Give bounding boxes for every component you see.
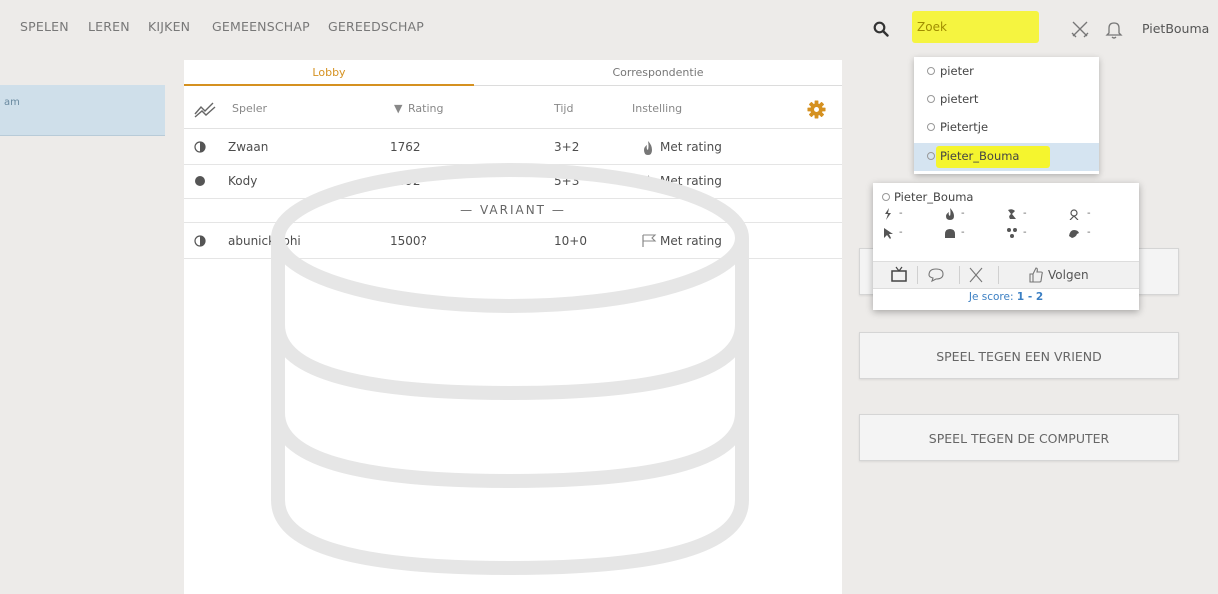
offline-dot-icon — [927, 95, 935, 103]
puzzle-icon — [945, 229, 955, 238]
crossed-swords-icon[interactable] — [1069, 18, 1091, 40]
rating-value: - — [899, 227, 903, 238]
lobby-panel: Lobby Correspondentie Speler ▼ Rating Ti… — [184, 60, 842, 594]
column-header-rating[interactable]: Rating — [408, 102, 443, 115]
suggestion-item[interactable]: pietert — [914, 86, 1099, 114]
suggestion-label: pietert — [940, 92, 979, 106]
bell-icon[interactable] — [1103, 18, 1125, 40]
score-label: Je score: — [968, 291, 1014, 303]
rating-value: - — [1087, 227, 1091, 238]
score-line: Je score: 1 - 2 — [873, 291, 1139, 303]
divider — [917, 266, 918, 284]
search-icon[interactable] — [873, 21, 889, 37]
column-header-time[interactable]: Tijd — [554, 102, 573, 115]
nav-kijken[interactable]: KIJKEN — [148, 19, 190, 34]
row-player: Zwaan — [228, 140, 269, 154]
thumbs-up-icon[interactable] — [1028, 262, 1044, 288]
divider — [998, 266, 999, 284]
row-rating: 1762 — [390, 140, 421, 154]
left-panel-tab[interactable]: am — [0, 85, 165, 136]
powertip-username[interactable]: Pieter_Bouma — [882, 190, 973, 204]
challenge-swords-icon[interactable] — [965, 262, 987, 288]
suggestion-item-selected[interactable]: Pieter_Bouma — [914, 143, 1099, 171]
column-header-mode[interactable]: Instelling — [632, 102, 682, 115]
powertip-actions: Volgen — [873, 261, 1139, 289]
rating-value: - — [1087, 208, 1091, 219]
divider — [959, 266, 960, 284]
half-color-icon — [194, 235, 206, 247]
lobby-table-header: Speler ▼ Rating Tijd Instelling — [184, 88, 842, 129]
play-friend-button[interactable]: SPEEL TEGEN EEN VRIEND — [859, 332, 1179, 379]
bullet-icon — [885, 208, 891, 220]
row-player: Kody — [228, 174, 258, 188]
rating-value: - — [961, 227, 965, 238]
rating-value: - — [1023, 227, 1027, 238]
suggestion-item[interactable]: Pietertje — [914, 114, 1099, 142]
variant-icon — [1007, 228, 1017, 238]
classical-icon — [1069, 209, 1079, 220]
blitz-icon — [946, 208, 954, 220]
offline-dot-icon — [927, 152, 935, 160]
user-powertip: Pieter_Bouma - - - - - - - - Volgen Je s… — [873, 183, 1139, 310]
sort-down-icon: ▼ — [394, 102, 403, 115]
tab-correspondentie[interactable]: Correspondentie — [474, 60, 842, 86]
rating-value: - — [899, 208, 903, 219]
black-color-icon — [195, 176, 205, 186]
column-header-player[interactable]: Speler — [232, 102, 267, 115]
suggestion-label: Pieter_Bouma — [940, 149, 1020, 163]
score-value: 1 - 2 — [1016, 291, 1044, 303]
chat-bubble-icon[interactable] — [925, 262, 947, 288]
nav-leren[interactable]: LEREN — [88, 19, 130, 34]
nav-gemeenschap[interactable]: GEMEENSCHAP — [212, 19, 310, 34]
offline-dot-icon — [927, 67, 935, 75]
suggestion-item[interactable]: pieter — [914, 58, 1099, 86]
flame-icon — [644, 141, 652, 155]
cursor-icon — [884, 228, 893, 239]
database-watermark-icon — [271, 163, 749, 576]
row-time: 3+2 — [554, 140, 580, 154]
tv-icon[interactable] — [890, 262, 908, 288]
offline-dot-icon — [927, 123, 935, 131]
rating-value: - — [961, 208, 965, 219]
suggestion-label: Pietertje — [940, 120, 989, 134]
top-nav: SPELEN LEREN KIJKEN GEMEENSCHAP GEREEDSC… — [0, 0, 1218, 54]
offline-dot-icon — [882, 193, 890, 201]
graph-icon[interactable] — [194, 100, 216, 118]
row-mode: Met rating — [660, 140, 722, 154]
suggestion-label: pieter — [940, 64, 974, 78]
left-panel-tab-label: am — [4, 97, 20, 108]
nav-gereedschap[interactable]: GEREEDSCHAP — [328, 19, 424, 34]
follow-button[interactable]: Volgen — [1048, 268, 1089, 282]
search-input[interactable] — [917, 17, 1035, 37]
gear-icon[interactable] — [807, 100, 826, 119]
half-color-icon — [194, 141, 206, 153]
rapid-icon — [1008, 209, 1016, 219]
username-link[interactable]: PietBouma — [1142, 21, 1209, 36]
nav-spelen[interactable]: SPELEN — [20, 19, 69, 34]
powertip-username-label: Pieter_Bouma — [894, 190, 974, 204]
lobby-tabs: Lobby Correspondentie — [184, 60, 842, 86]
search-suggestions: pieter pietert Pietertje Pieter_Bouma — [914, 57, 1099, 174]
chess960-icon — [1069, 230, 1079, 238]
play-computer-button[interactable]: SPEEL TEGEN DE COMPUTER — [859, 414, 1179, 461]
rating-value: - — [1023, 208, 1027, 219]
tab-lobby[interactable]: Lobby — [184, 60, 474, 86]
